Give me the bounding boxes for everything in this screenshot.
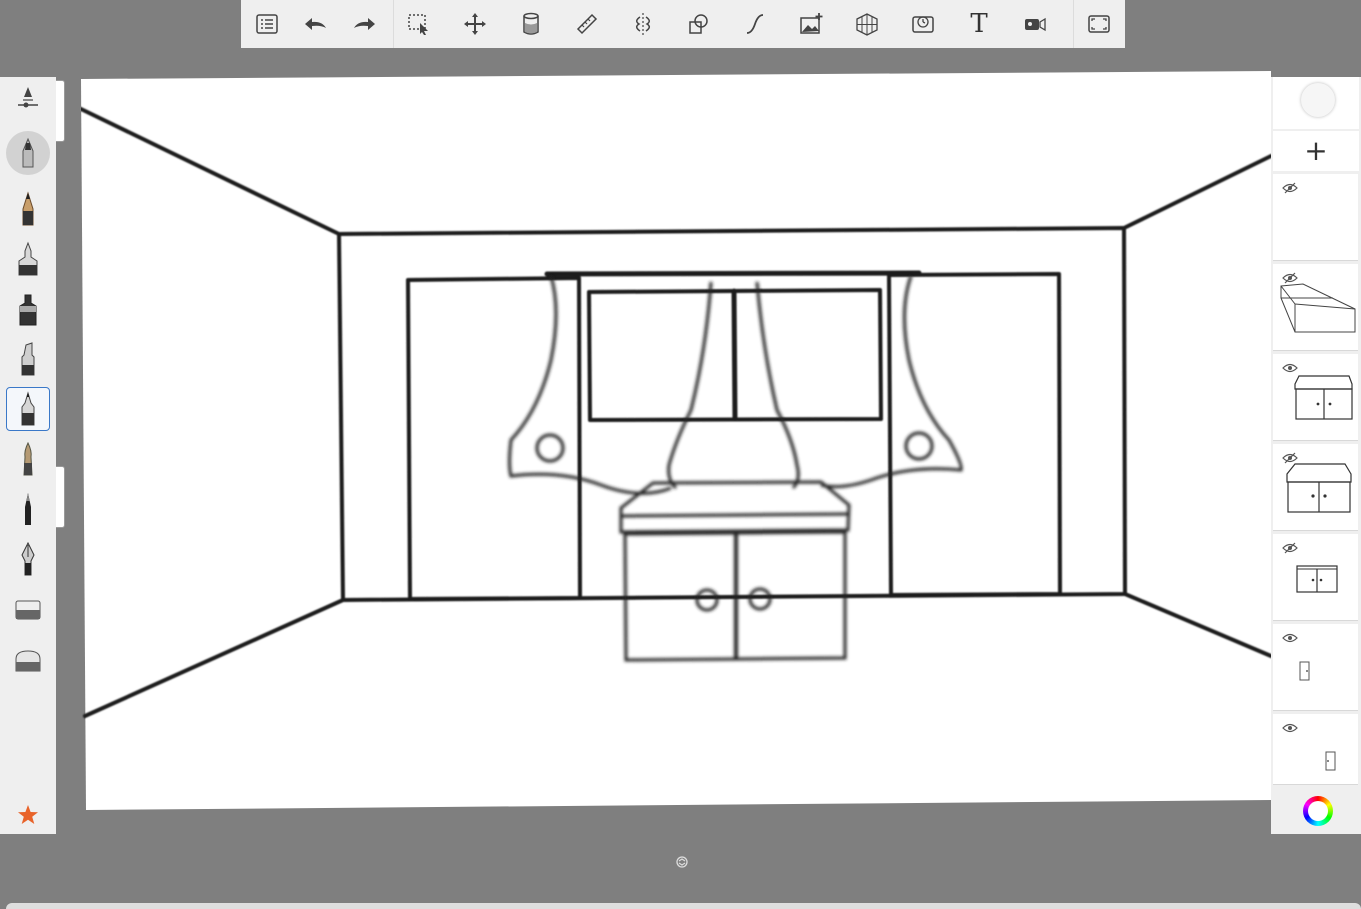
shape-icon[interactable] xyxy=(681,6,717,42)
fullscreen-icon[interactable] xyxy=(1081,6,1117,42)
fountain-pen-icon[interactable] xyxy=(6,537,50,581)
star-icon[interactable] xyxy=(6,793,50,837)
text-icon[interactable]: T xyxy=(961,6,997,42)
hard-eraser-icon[interactable] xyxy=(6,587,50,631)
record-icon[interactable] xyxy=(1017,6,1053,42)
layer-2[interactable] xyxy=(1273,264,1358,351)
layer-1[interactable] xyxy=(1273,174,1358,261)
layer-2-thumbnail xyxy=(1280,283,1356,333)
ink-pen-icon[interactable] xyxy=(6,487,50,531)
list-menu-icon[interactable] xyxy=(249,6,285,42)
transform-icon[interactable] xyxy=(457,6,493,42)
add-image-icon[interactable] xyxy=(793,6,829,42)
layer-6[interactable] xyxy=(1273,624,1358,711)
soft-eraser-icon[interactable] xyxy=(6,639,50,683)
marker-icon[interactable] xyxy=(6,287,50,331)
canvas-rotate-handle-icon[interactable] xyxy=(676,856,688,868)
left-panel-handle[interactable] xyxy=(56,466,65,528)
layer-5-thumbnail xyxy=(1296,565,1338,593)
redo-icon[interactable] xyxy=(347,6,383,42)
ruler-icon[interactable] xyxy=(569,6,605,42)
chisel-marker-icon[interactable] xyxy=(6,337,50,381)
brush-palette xyxy=(0,77,56,834)
layer-7-thumbnail xyxy=(1325,751,1336,771)
color-wheel-icon[interactable] xyxy=(1303,796,1333,826)
selection-icon[interactable] xyxy=(401,6,437,42)
layer-3[interactable] xyxy=(1273,354,1358,441)
pencil-icon[interactable] xyxy=(6,187,50,231)
layer-6-thumbnail xyxy=(1299,661,1310,681)
symmetry-icon[interactable] xyxy=(625,6,661,42)
top-toolbar: T xyxy=(241,0,1125,48)
airbrush-icon[interactable] xyxy=(6,131,50,175)
drawing-canvas[interactable] xyxy=(81,70,1271,810)
undo-icon[interactable] xyxy=(297,6,333,42)
left-panel-handle[interactable] xyxy=(56,80,65,142)
layer-7[interactable] xyxy=(1273,714,1358,785)
current-color-swatch[interactable] xyxy=(1273,77,1359,129)
layer-4-thumbnail xyxy=(1286,463,1352,513)
perspective-grid-icon[interactable] xyxy=(849,6,885,42)
fine-liner-icon[interactable] xyxy=(6,387,50,431)
bottom-drawer-handle[interactable] xyxy=(6,903,1361,909)
brush-settings-icon[interactable] xyxy=(6,77,50,121)
add-layer-button[interactable]: + xyxy=(1273,131,1359,171)
layer-3-thumbnail xyxy=(1294,375,1353,420)
ballpoint-pen-icon[interactable] xyxy=(6,237,50,281)
layer-5[interactable] xyxy=(1273,534,1358,621)
timelapse-icon[interactable] xyxy=(905,6,941,42)
layer-4[interactable] xyxy=(1273,444,1358,531)
hidden-eye-icon[interactable] xyxy=(1282,182,1298,194)
stroke-icon[interactable] xyxy=(737,6,773,42)
layers-panel: + xyxy=(1271,77,1361,834)
paintbrush-icon[interactable] xyxy=(6,437,50,481)
fill-icon[interactable] xyxy=(513,6,549,42)
text-tool-label: T xyxy=(970,9,988,39)
